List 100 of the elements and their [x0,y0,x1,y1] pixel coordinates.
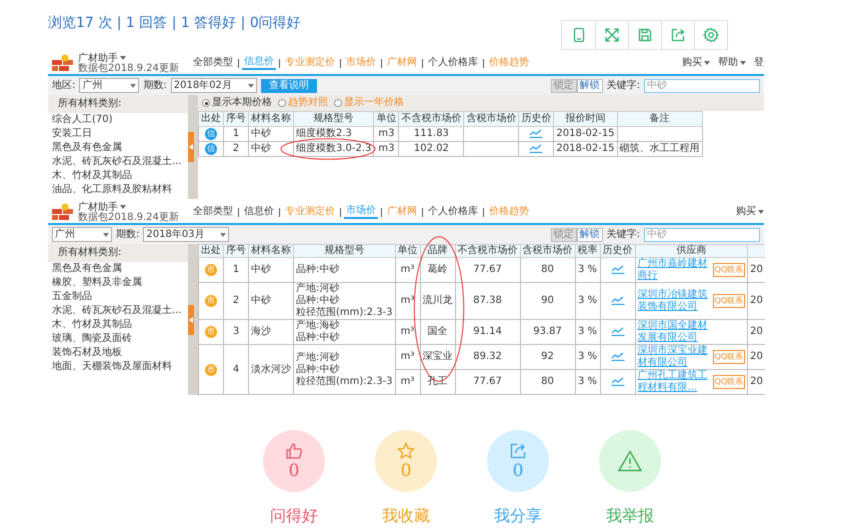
nav-tab[interactable]: 全部类型 [190,206,235,218]
period-select[interactable]: 2018年03月 [143,227,230,242]
action-label[interactable]: 问得好 [270,506,318,527]
table-cell: 中砂 [248,258,294,282]
column-header: 出处 [198,244,224,258]
category-item[interactable]: 油品、化工原料及胶粘材料 [48,183,188,197]
table-cell: 1 [224,126,248,142]
nav-tab[interactable]: 个人价格库 [426,206,480,218]
nav-tab[interactable]: 全部类型 [190,57,235,69]
table-cell: 中砂 [248,126,294,142]
nav-tab[interactable]: 价格趋势 [486,206,531,218]
caret-icon [120,205,126,209]
period-select[interactable]: 2018年02月 [170,78,257,93]
app-name[interactable]: 广材助手 [78,202,118,212]
lock-button[interactable]: 锁定 [550,78,577,92]
source-badge[interactable]: 市 [205,364,217,376]
line-chart-icon[interactable] [610,264,625,274]
supplier-link[interactable]: 广州市嘉岭建材商行 [638,258,710,282]
category-item[interactable]: 地面、天棚装饰及屋面材料 [48,360,188,374]
supplier-link[interactable]: 深圳市深宝业建材有限公司 [638,345,710,369]
table-cell: 3 % [575,282,600,320]
column-header: 规格型号 [294,112,374,126]
dropdown-menu[interactable]: 帮助 [718,57,738,69]
category-item[interactable]: 橡胶、塑料及非金属 [48,276,188,290]
app-name[interactable]: 广材助手 [78,52,118,64]
category-item[interactable]: 安装工日 [48,127,188,141]
category-item[interactable]: 木、竹材及其制品 [48,169,188,183]
line-chart-icon[interactable] [610,376,625,386]
contact-badge[interactable]: QQ联系 [712,375,746,389]
source-badge[interactable]: 市 [205,326,217,338]
menu-item[interactable]: 登 [754,57,764,69]
category-item[interactable]: 黑色及有色金属 [48,262,188,276]
source-badge[interactable]: 信 [205,128,217,140]
nav-tab[interactable]: 市场价 [344,57,378,69]
nav-tab[interactable]: 信息价 [242,56,276,70]
option-label[interactable]: 趋势对照 [288,97,328,109]
category-item[interactable]: 综合人工(70) [48,113,188,127]
action-button[interactable]: 0 [263,430,325,492]
keyword-field[interactable]: 中砂 [644,228,760,242]
line-chart-icon[interactable] [610,295,625,306]
table-cell: 1 [224,258,248,282]
contact-badge[interactable]: QQ联系 [712,350,746,364]
help-button[interactable]: 查看说明 [260,78,317,92]
field-label: 地区: [52,80,76,92]
collapse-handle[interactable] [188,304,194,334]
nav-tab[interactable]: 专业测定价 [282,57,337,69]
action-button[interactable]: 0 [487,430,549,492]
line-chart-icon[interactable] [529,128,544,138]
region-select[interactable]: 广州 [79,78,140,93]
nav-tab[interactable]: 广材网 [384,206,419,218]
region-select[interactable]: 广州 [52,227,112,242]
category-item[interactable]: 水泥、砖瓦灰砂石及混凝土... [48,304,188,318]
radio-button[interactable] [278,99,286,107]
source-badge[interactable]: 市 [205,264,217,276]
action-label[interactable]: 我分享 [494,506,542,527]
category-item[interactable]: 五金制品 [48,290,188,304]
source-badge[interactable]: 信 [205,143,217,155]
contact-badge[interactable]: QQ联系 [712,294,746,308]
column-header: 序号 [224,112,248,126]
nav-tab[interactable]: 广材网 [384,57,419,69]
collapse-handle[interactable] [188,132,194,162]
supplier-link[interactable]: 深圳市冶镁建筑装饰有限公司 [638,289,710,313]
supplier-link[interactable]: 广州孔工建筑工程材料有限... [638,370,710,394]
nav-tab[interactable]: 专业测定价 [282,206,337,218]
star-icon [397,442,415,460]
nav-tab[interactable]: 信息价 [242,206,276,218]
keyword-field[interactable]: 中砂 [644,78,760,92]
dropdown-menu[interactable]: 购买 [682,57,702,69]
action-label[interactable]: 我收藏 [382,506,430,527]
radio-option[interactable]: 趋势对照 [278,97,328,109]
caret-icon [740,61,746,65]
radio-button[interactable] [202,99,210,107]
nav-tab[interactable]: 个人价格库 [426,57,480,69]
radio-button[interactable] [334,99,342,107]
unlock-button[interactable]: 解锁 [576,78,603,92]
line-chart-icon[interactable] [610,351,625,362]
dropdown-menu[interactable]: 购买 [736,206,756,218]
table-cell: m³ [395,282,420,320]
column-header: 历史价 [518,112,554,126]
action-button[interactable]: 0 [375,430,437,492]
unlock-button[interactable]: 解锁 [576,228,603,242]
line-chart-icon[interactable] [529,143,544,154]
nav-tab[interactable]: 市场价 [344,205,378,219]
table-cell: 77.67 [455,370,520,394]
action-label[interactable]: 我举报 [606,506,654,527]
category-item[interactable]: 玻璃、陶瓷及面砖 [48,332,188,346]
lock-button[interactable]: 锁定 [550,228,577,242]
category-item[interactable]: 水泥、砖瓦灰砂石及混凝土... [48,155,188,169]
update-note: 数据包2018.9.24更新 [78,212,179,222]
nav-tab[interactable]: 价格趋势 [486,57,531,69]
table-cell: 海沙 [248,320,294,344]
contact-badge[interactable]: QQ联系 [712,263,746,277]
table-cell: 2 [224,142,248,156]
category-item[interactable]: 木、竹材及其制品 [48,318,188,332]
category-item[interactable]: 装饰石材及地板 [48,346,188,360]
table-cell: 3 % [575,370,600,394]
line-chart-icon[interactable] [610,326,625,336]
category-item[interactable]: 黑色及有色金属 [48,141,188,155]
column-header: 供应商 [635,244,748,258]
source-badge[interactable]: 市 [205,295,217,307]
